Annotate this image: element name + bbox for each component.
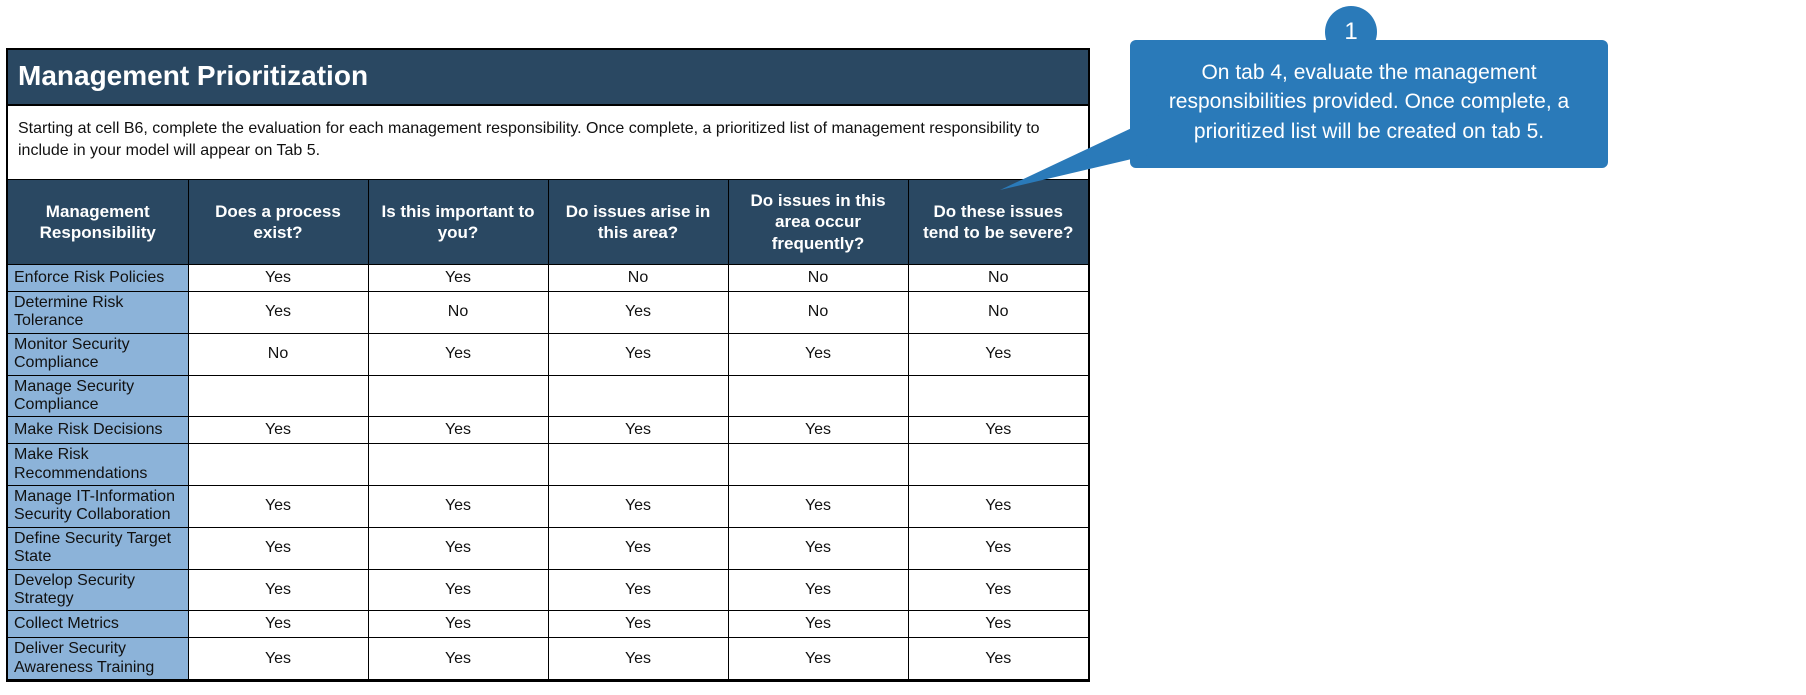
instructions-text: Starting at cell B6, complete the evalua…: [8, 106, 1088, 179]
title-text: Management Prioritization: [18, 60, 368, 91]
cell[interactable]: [548, 375, 728, 417]
cell[interactable]: No: [188, 333, 368, 375]
cell[interactable]: Yes: [548, 291, 728, 333]
cell[interactable]: Yes: [188, 569, 368, 611]
cell[interactable]: Yes: [368, 527, 548, 569]
cell[interactable]: [908, 375, 1088, 417]
row-name: Manage IT-Information Security Collabora…: [8, 486, 188, 528]
cell[interactable]: Yes: [728, 417, 908, 444]
col-header-frequent: Do issues in this area occur frequently?: [728, 180, 908, 265]
cell[interactable]: Yes: [548, 527, 728, 569]
callout-box: On tab 4, evaluate the management respon…: [1130, 40, 1608, 168]
cell[interactable]: Yes: [548, 638, 728, 680]
cell[interactable]: Yes: [188, 486, 368, 528]
cell[interactable]: Yes: [908, 527, 1088, 569]
table-row: Deliver Security Awareness Training Yes …: [8, 638, 1088, 680]
cell[interactable]: Yes: [908, 333, 1088, 375]
col-header-process: Does a process exist?: [188, 180, 368, 265]
row-name: Determine Risk Tolerance: [8, 291, 188, 333]
title-bar: Management Prioritization: [8, 50, 1088, 106]
row-name: Monitor Security Compliance: [8, 333, 188, 375]
row-name: Make Risk Decisions: [8, 417, 188, 444]
cell[interactable]: No: [728, 291, 908, 333]
table-row: Make Risk Decisions Yes Yes Yes Yes Yes: [8, 417, 1088, 444]
cell[interactable]: Yes: [188, 291, 368, 333]
cell[interactable]: Yes: [368, 611, 548, 638]
cell[interactable]: Yes: [188, 264, 368, 291]
cell[interactable]: Yes: [368, 264, 548, 291]
cell[interactable]: [728, 375, 908, 417]
cell[interactable]: Yes: [908, 611, 1088, 638]
prioritization-document: Management Prioritization Starting at ce…: [6, 48, 1090, 682]
cell[interactable]: Yes: [188, 611, 368, 638]
cell[interactable]: [188, 375, 368, 417]
table-row: Determine Risk Tolerance Yes No Yes No N…: [8, 291, 1088, 333]
cell[interactable]: [368, 375, 548, 417]
callout-text: On tab 4, evaluate the management respon…: [1169, 61, 1569, 143]
cell[interactable]: [728, 444, 908, 486]
cell[interactable]: Yes: [548, 417, 728, 444]
cell[interactable]: Yes: [368, 569, 548, 611]
cell[interactable]: Yes: [728, 486, 908, 528]
cell[interactable]: Yes: [368, 333, 548, 375]
cell[interactable]: Yes: [908, 486, 1088, 528]
cell[interactable]: Yes: [728, 638, 908, 680]
table-row: Enforce Risk Policies Yes Yes No No No: [8, 264, 1088, 291]
cell[interactable]: Yes: [548, 569, 728, 611]
prioritization-table: Management Responsibility Does a process…: [8, 179, 1088, 680]
col-header-issues: Do issues arise in this area?: [548, 180, 728, 265]
cell[interactable]: [188, 444, 368, 486]
cell[interactable]: [368, 444, 548, 486]
cell[interactable]: Yes: [188, 417, 368, 444]
row-name: Manage Security Compliance: [8, 375, 188, 417]
table-row: Manage Security Compliance: [8, 375, 1088, 417]
cell[interactable]: Yes: [728, 527, 908, 569]
row-name: Collect Metrics: [8, 611, 188, 638]
callout-step-number: 1: [1344, 18, 1357, 46]
cell[interactable]: No: [368, 291, 548, 333]
table-body: Enforce Risk Policies Yes Yes No No No D…: [8, 264, 1088, 679]
table-row: Define Security Target State Yes Yes Yes…: [8, 527, 1088, 569]
cell[interactable]: Yes: [188, 527, 368, 569]
cell[interactable]: Yes: [548, 611, 728, 638]
cell[interactable]: Yes: [368, 417, 548, 444]
table-row: Make Risk Recommendations: [8, 444, 1088, 486]
table-row: Collect Metrics Yes Yes Yes Yes Yes: [8, 611, 1088, 638]
cell[interactable]: Yes: [548, 333, 728, 375]
row-name: Define Security Target State: [8, 527, 188, 569]
callout-tail-icon: [1000, 110, 1180, 230]
table-row: Monitor Security Compliance No Yes Yes Y…: [8, 333, 1088, 375]
cell[interactable]: Yes: [368, 638, 548, 680]
table-row: Develop Security Strategy Yes Yes Yes Ye…: [8, 569, 1088, 611]
cell[interactable]: No: [548, 264, 728, 291]
row-name: Enforce Risk Policies: [8, 264, 188, 291]
cell[interactable]: Yes: [908, 417, 1088, 444]
cell[interactable]: Yes: [908, 638, 1088, 680]
col-header-responsibility: Management Responsibility: [8, 180, 188, 265]
cell[interactable]: No: [908, 264, 1088, 291]
cell[interactable]: Yes: [728, 333, 908, 375]
table-row: Manage IT-Information Security Collabora…: [8, 486, 1088, 528]
row-name: Develop Security Strategy: [8, 569, 188, 611]
cell[interactable]: Yes: [188, 638, 368, 680]
callout-step-badge: 1: [1325, 6, 1377, 58]
cell[interactable]: Yes: [728, 611, 908, 638]
cell[interactable]: No: [908, 291, 1088, 333]
cell[interactable]: Yes: [728, 569, 908, 611]
cell[interactable]: No: [728, 264, 908, 291]
cell[interactable]: [908, 444, 1088, 486]
table-header-row: Management Responsibility Does a process…: [8, 180, 1088, 265]
cell[interactable]: Yes: [368, 486, 548, 528]
cell[interactable]: [548, 444, 728, 486]
row-name: Make Risk Recommendations: [8, 444, 188, 486]
cell[interactable]: Yes: [908, 569, 1088, 611]
row-name: Deliver Security Awareness Training: [8, 638, 188, 680]
col-header-important: Is this important to you?: [368, 180, 548, 265]
cell[interactable]: Yes: [548, 486, 728, 528]
